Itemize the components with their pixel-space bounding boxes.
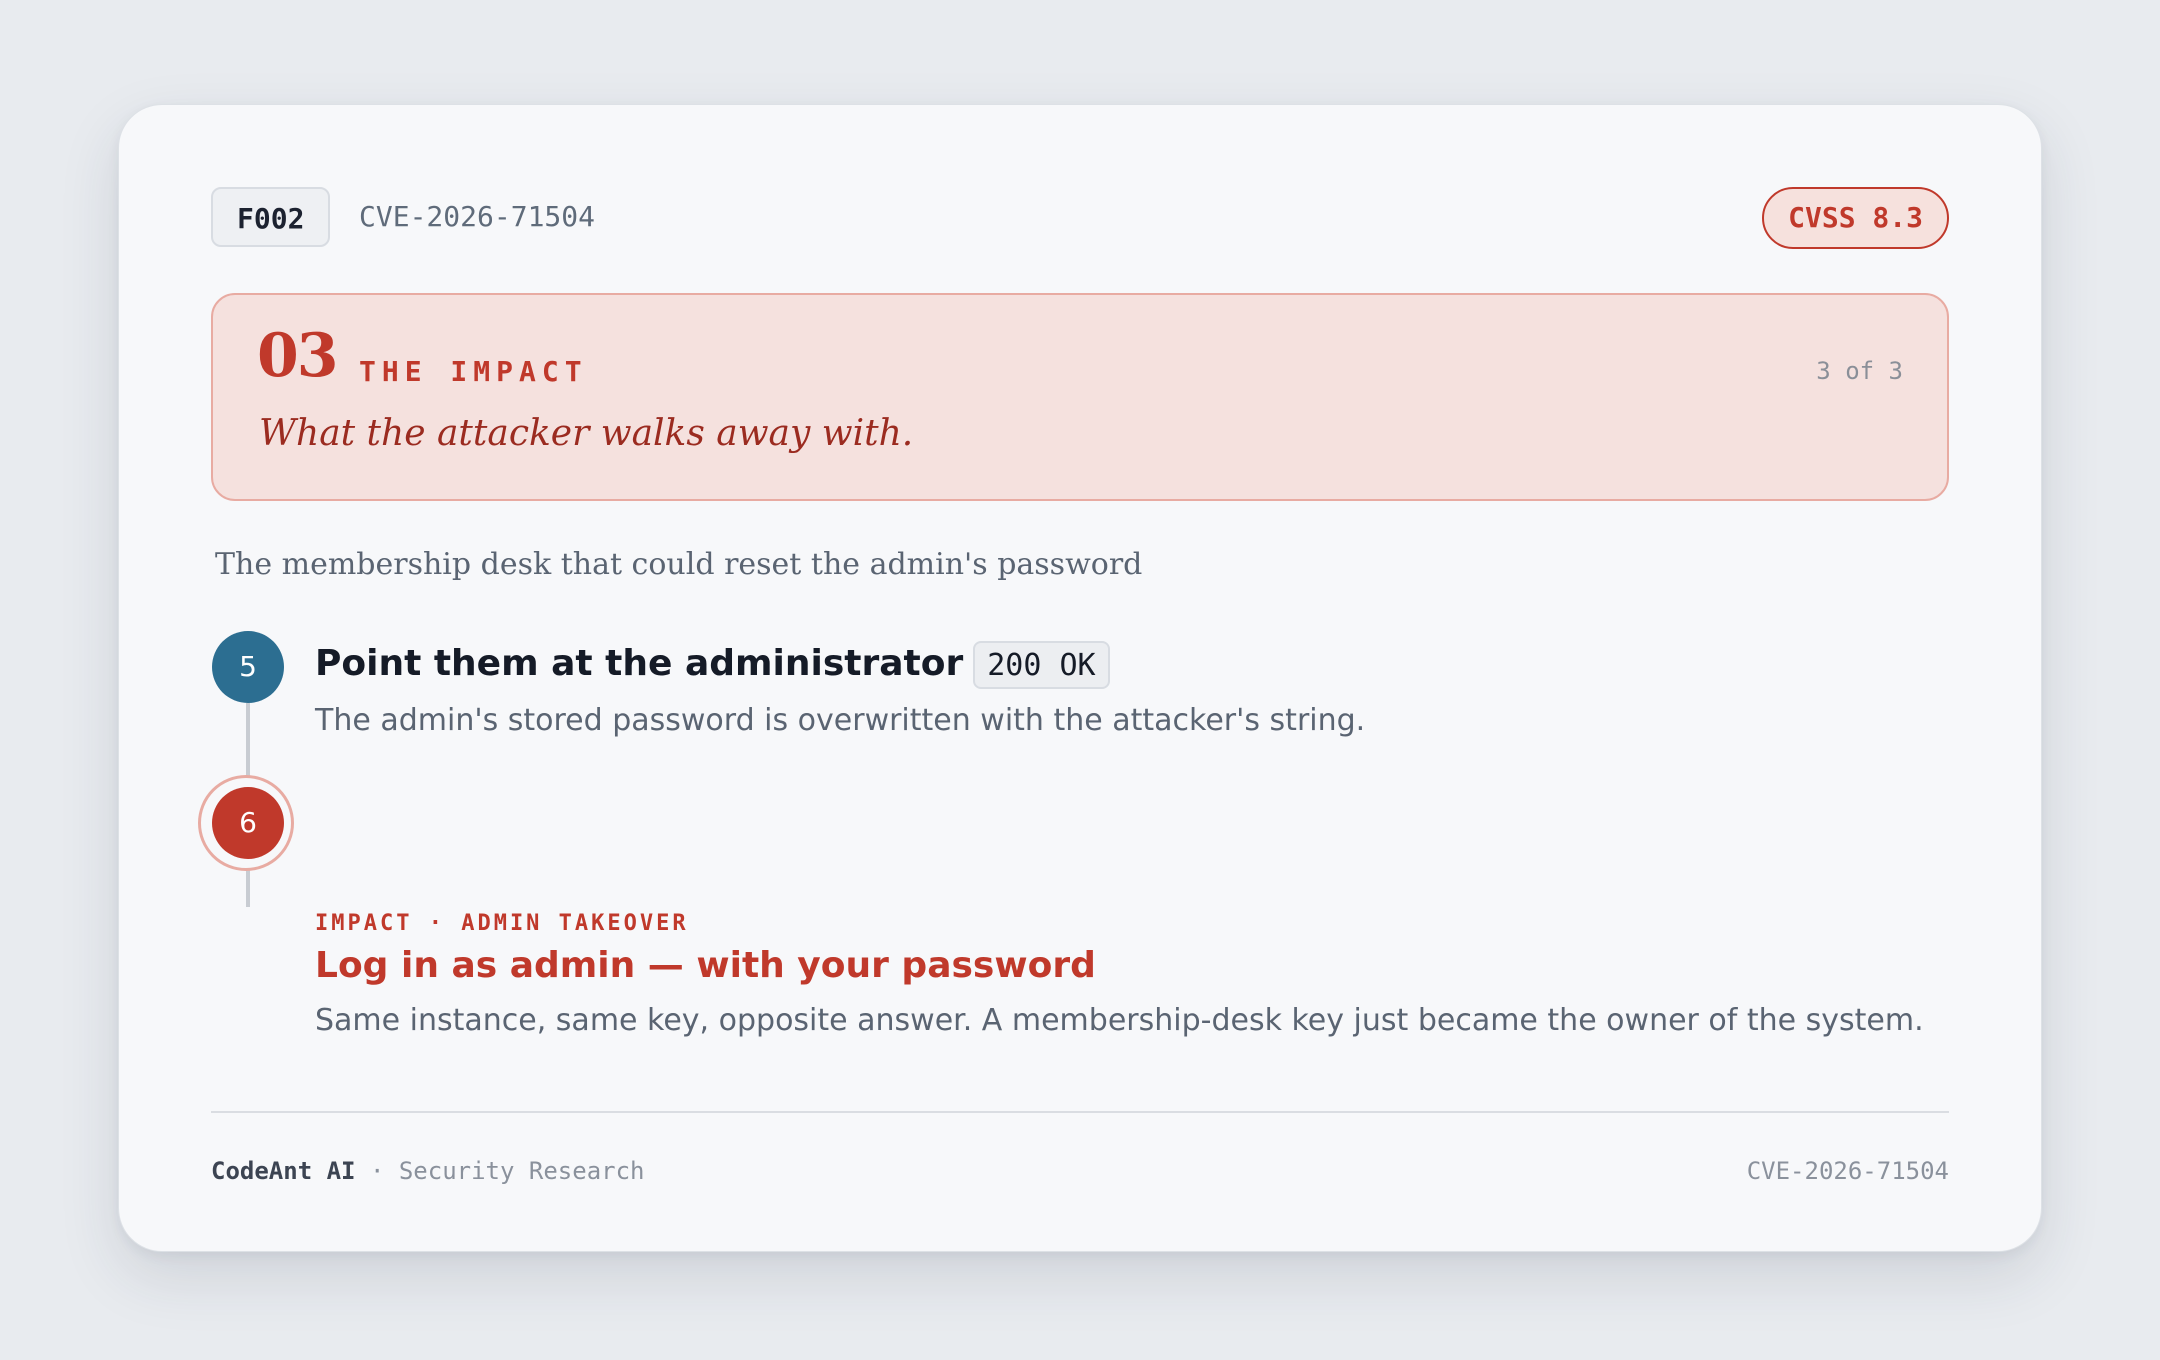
stage-label: THE IMPACT (359, 355, 588, 388)
stage-number: 03 (257, 321, 338, 391)
footer-credit: CodeAnt AI · Security Research (211, 1157, 645, 1185)
footer-cve-id: CVE-2026-71504 (1746, 1157, 1949, 1185)
cvss-score-badge: CVSS 8.3 (1762, 187, 1949, 249)
stage-tagline: What the attacker walks away with. (259, 413, 914, 454)
step-description: The admin's stored password is overwritt… (315, 703, 1366, 738)
finding-id-badge: F002 (211, 187, 331, 247)
brand-name: CodeAnt AI (211, 1157, 356, 1185)
story-title: The membership desk that could reset the… (215, 547, 1143, 582)
cve-id: CVE-2026-71504 (359, 200, 596, 233)
step-title: Point them at the administrator 200 OK (315, 641, 1110, 689)
footer-section: Security Research (398, 1157, 645, 1185)
impact-step-description: Same instance, same key, opposite answer… (315, 1003, 1924, 1038)
stage-banner: 03 THE IMPACT 3 of 3 What the attacker w… (211, 293, 1949, 501)
timeline-connector-tail (246, 869, 250, 907)
step-number-badge: 5 (212, 631, 284, 703)
impact-step-title: Log in as admin — with your password (315, 945, 1096, 986)
step-title-text: Point them at the administrator (315, 643, 964, 684)
card-header: F002 CVE-2026-71504 CVSS 8.3 (211, 187, 1949, 249)
impact-eyebrow: IMPACT · ADMIN TAKEOVER (315, 911, 689, 936)
finding-card: F002 CVE-2026-71504 CVSS 8.3 03 THE IMPA… (118, 104, 2042, 1252)
http-status-badge: 200 OK (973, 641, 1110, 689)
stage-progress: 3 of 3 (1816, 357, 1903, 385)
step-number-badge-impact: 6 (212, 787, 284, 859)
footer-separator: · (369, 1157, 385, 1185)
footer-divider (211, 1111, 1949, 1113)
